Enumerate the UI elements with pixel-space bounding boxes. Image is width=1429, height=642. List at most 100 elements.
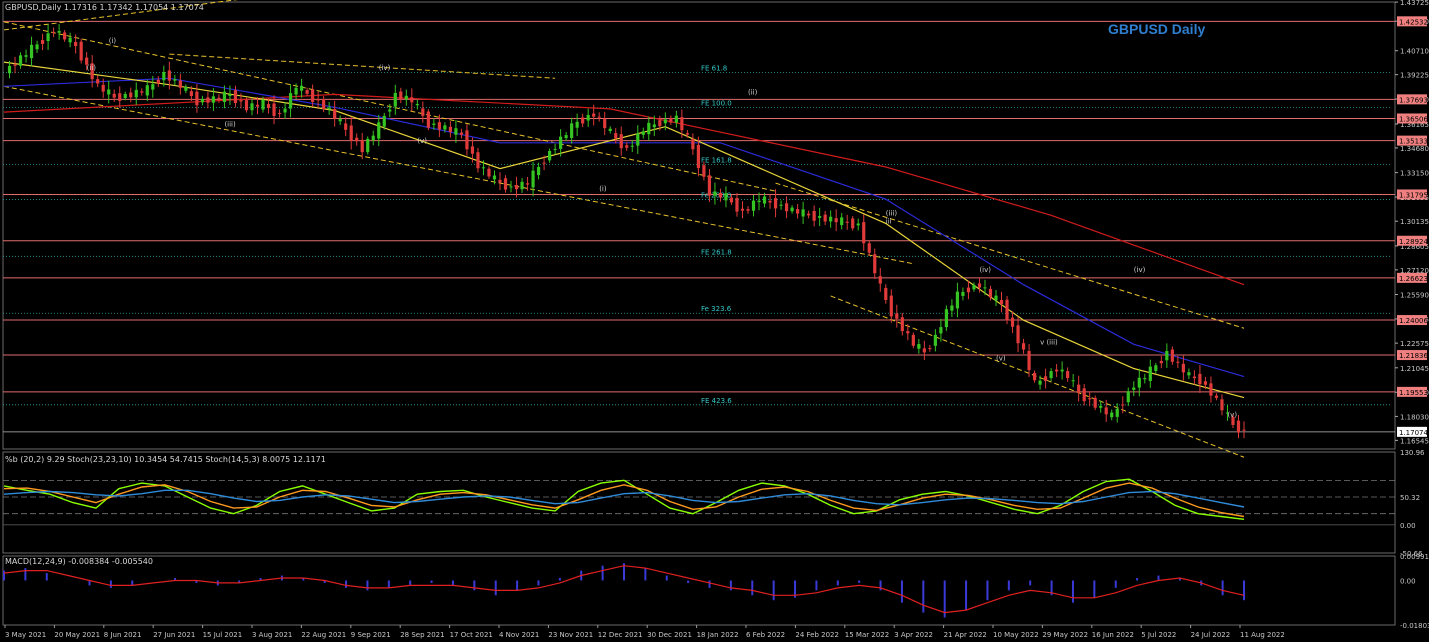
candle-body [156, 79, 160, 84]
candle-body [57, 31, 61, 33]
candle-body [889, 295, 893, 317]
candle-body [327, 107, 331, 110]
price-axis-label: 1.39225 [1400, 72, 1429, 80]
candle-body [900, 317, 904, 332]
wave-label: (iv) [379, 64, 391, 72]
candle-body [1088, 398, 1092, 400]
candle-body [1104, 407, 1108, 415]
channel-line [775, 182, 1245, 329]
candle-body [812, 210, 816, 221]
resistance-price-label: 1.21836 [1399, 352, 1428, 360]
candle-body [762, 196, 767, 204]
candle-body [1181, 363, 1185, 373]
candle-body [718, 192, 723, 198]
candle-body [333, 109, 337, 119]
candle-body [355, 137, 359, 142]
candle-body [674, 115, 678, 123]
candle-body [536, 166, 541, 176]
candle-body [344, 123, 348, 130]
candle-body [988, 288, 993, 298]
candle-body [459, 132, 464, 135]
candle-body [1242, 429, 1246, 431]
candle-body [1137, 377, 1141, 388]
candle-body [393, 92, 397, 107]
candle-body [983, 287, 987, 289]
resistance-price-label: 1.36506 [1399, 115, 1428, 123]
candle-body [603, 118, 607, 129]
candle-body [906, 331, 910, 334]
wave-label: (v) [417, 137, 427, 145]
candle-body [570, 123, 574, 138]
candle-body [470, 146, 475, 154]
candle-body [972, 284, 976, 290]
x-axis-label: 12 Dec 2021 [598, 631, 643, 639]
candle-body [873, 254, 877, 274]
candle-body [548, 151, 552, 161]
candle-body [1010, 317, 1015, 327]
price-axis-label: 1.21045 [1400, 365, 1429, 373]
candle-body [1143, 378, 1147, 380]
x-axis-label: 5 Jul 2022 [1141, 631, 1176, 639]
candle-body [107, 89, 111, 95]
candle-body [768, 200, 772, 203]
candle-body [928, 348, 932, 350]
candle-body [1209, 383, 1213, 396]
candle-body [1032, 372, 1037, 381]
candle-body [46, 33, 50, 42]
candle-body [514, 185, 519, 190]
macd-axis-label: 0.00 [1400, 577, 1416, 585]
x-axis-label: 17 Oct 2021 [450, 631, 493, 639]
candle-body [630, 145, 634, 147]
candle-body [807, 213, 811, 216]
candle-body [950, 305, 954, 311]
x-axis-label: 10 May 2022 [993, 631, 1039, 639]
candle-body [911, 334, 915, 346]
resistance-price-label: 1.35133 [1399, 138, 1428, 146]
candle-body [140, 91, 144, 93]
candle-body [288, 93, 293, 109]
candle-body [1038, 380, 1042, 385]
candle-body [856, 223, 860, 226]
candle-body [443, 125, 447, 130]
candle-body [559, 136, 563, 149]
x-axis-label: 20 May 2021 [54, 631, 100, 639]
candle-body [322, 99, 326, 110]
resistance-price-label: 1.31795 [1399, 191, 1428, 199]
candle-body [1093, 397, 1097, 408]
candle-body [1099, 405, 1103, 408]
candle-body [184, 86, 188, 91]
candle-body [382, 115, 386, 127]
candle-body [96, 79, 100, 84]
candle-body [994, 295, 998, 301]
current-price-label: 1.17074 [1399, 429, 1428, 437]
candle-body [134, 89, 138, 98]
candle-body [867, 243, 871, 253]
wave-label: (ii) [748, 88, 758, 96]
candle-body [520, 181, 524, 190]
candle-body [129, 92, 133, 98]
candle-body [1077, 384, 1081, 393]
candle-body [586, 114, 590, 121]
channel-line [169, 53, 556, 79]
candle-body [1044, 376, 1048, 381]
candle-body [300, 85, 304, 91]
x-axis-label: 3 Aug 2021 [252, 631, 292, 639]
candle-body [1066, 371, 1070, 379]
fib-level-label: FE 100.0 [701, 100, 732, 108]
candle-body [531, 170, 535, 188]
x-axis-label: 27 Jun 2021 [153, 631, 195, 639]
stoch-axis-label: 130.96 [1400, 449, 1425, 457]
candle-body [283, 108, 287, 113]
x-axis-label: 22 Aug 2021 [301, 631, 346, 639]
wave-label: (v) [1227, 411, 1237, 419]
candle-body [29, 44, 34, 59]
x-axis-label: 30 Dec 2021 [647, 631, 692, 639]
macd-panel-header: MACD(12,24,9) -0.008384 -0.005540 [5, 557, 153, 566]
candle-body [1055, 369, 1059, 372]
x-axis-label: 18 Jan 2022 [697, 631, 739, 639]
candle-body [145, 85, 149, 96]
candle-body [222, 91, 227, 102]
x-axis-label: 4 Nov 2021 [499, 631, 539, 639]
x-axis-label: 3 May 2021 [5, 631, 46, 639]
candle-body [305, 90, 309, 94]
